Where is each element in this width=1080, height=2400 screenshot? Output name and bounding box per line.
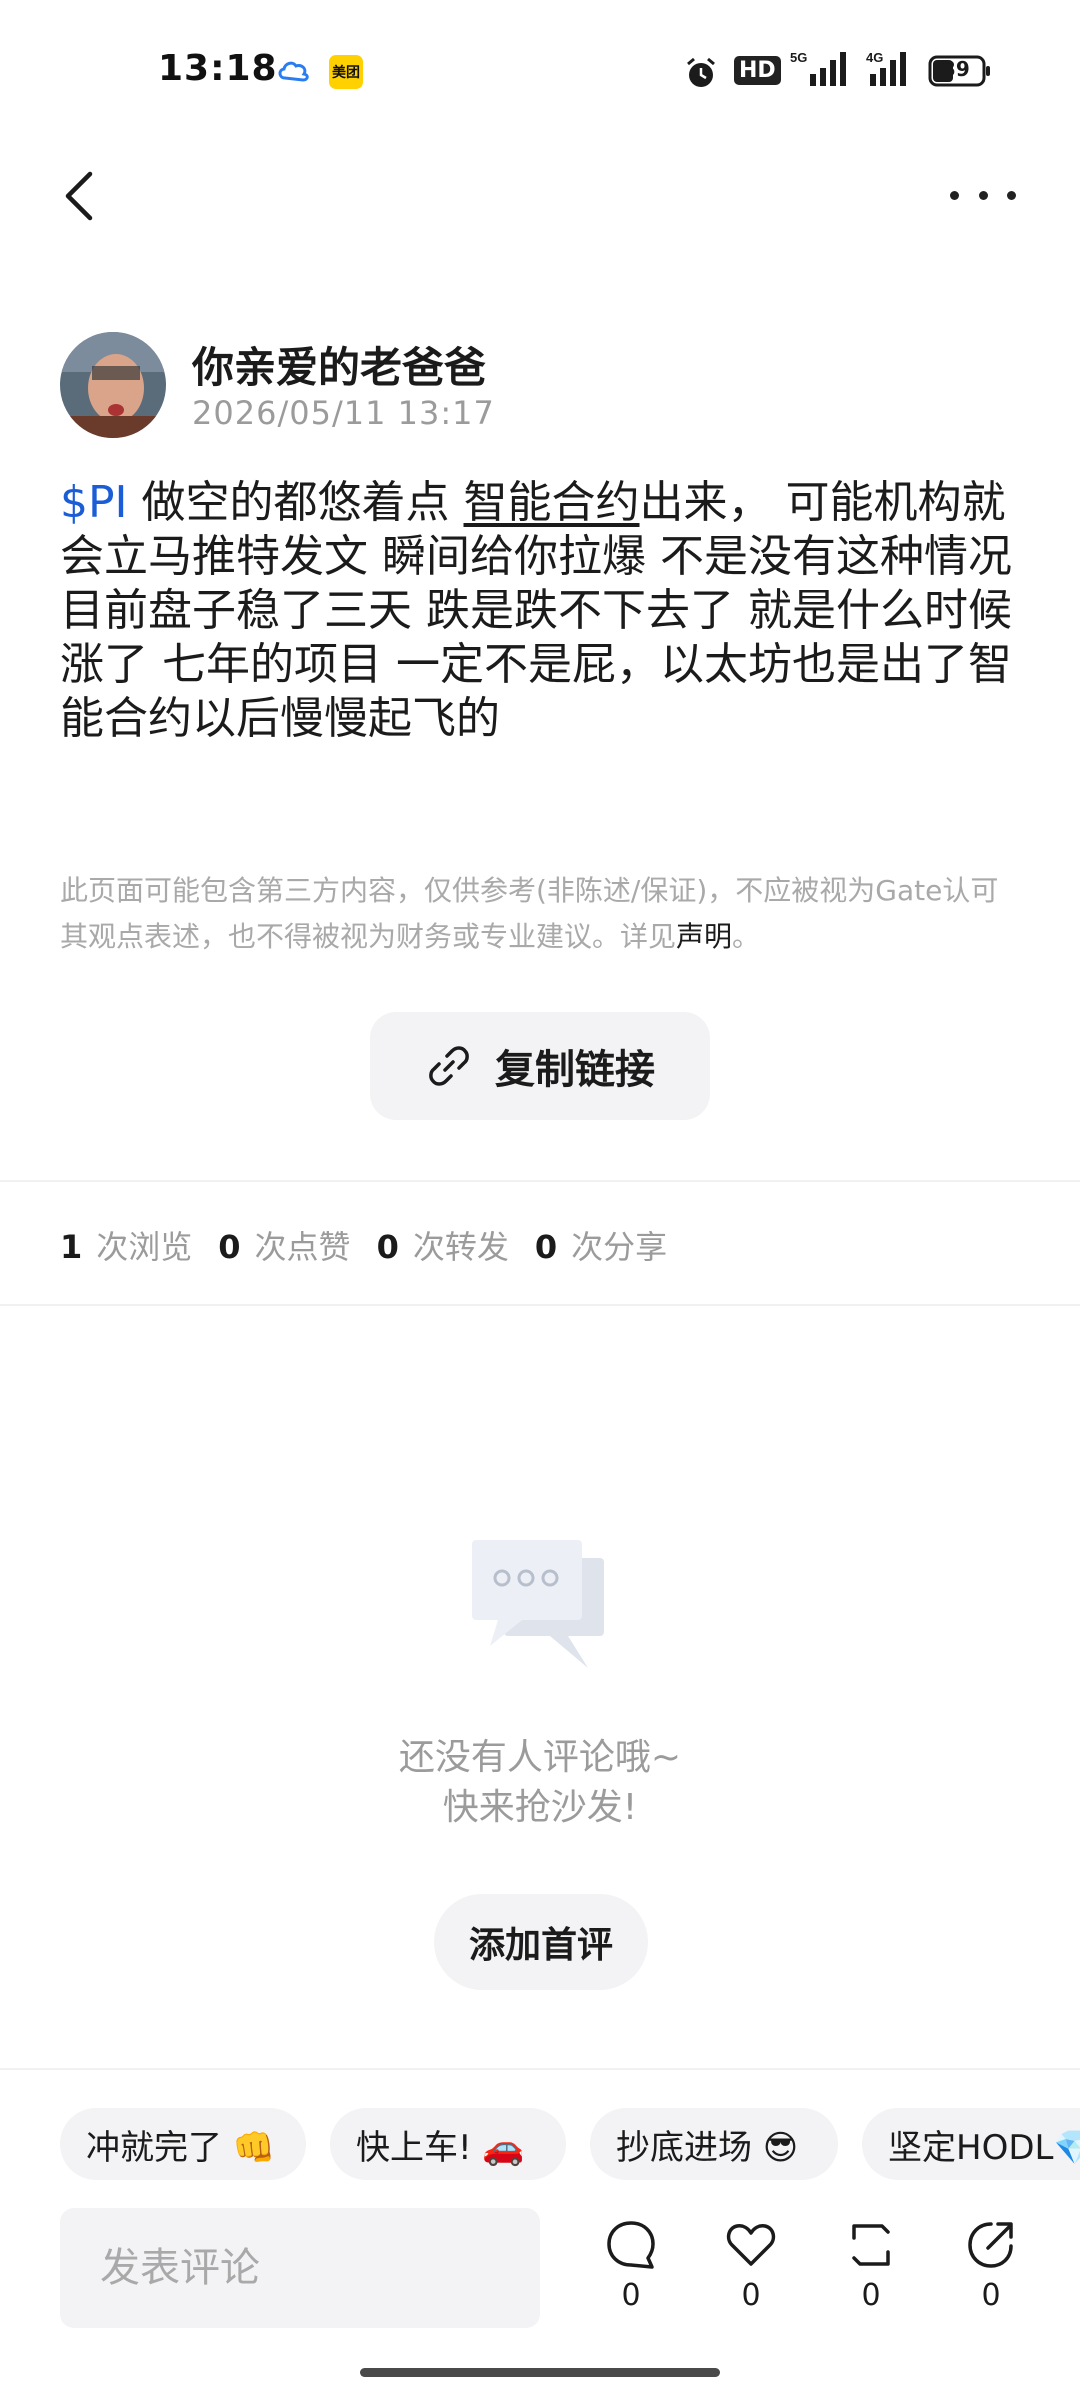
reposts-label: 次转发 — [412, 1228, 509, 1266]
views-label: 次浏览 — [96, 1228, 193, 1266]
divider — [0, 1180, 1080, 1182]
shares-label: 次分享 — [571, 1228, 668, 1266]
repost-icon — [852, 2224, 890, 2266]
likes-label: 次点赞 — [254, 1228, 351, 1266]
more-options-button[interactable] — [950, 180, 1016, 210]
share-count: 0 — [981, 2278, 1001, 2313]
quick-reply-chip[interactable]: 坚定HODL💎 — [862, 2108, 1080, 2180]
empty-comments-text: 还没有人评论哦~ — [398, 1737, 682, 1778]
signal-5g-icon: 5G — [790, 50, 846, 86]
comment-action[interactable]: 0 — [596, 2218, 666, 2313]
disclaimer-end: 。 — [732, 920, 761, 953]
repost-action[interactable]: 0 — [836, 2218, 906, 2313]
heart-icon — [726, 2224, 776, 2266]
status-time: 13:18 — [158, 48, 278, 89]
views-count: 1 — [60, 1228, 83, 1266]
back-button[interactable] — [60, 168, 100, 224]
add-first-comment-button[interactable]: 添加首评 — [434, 1894, 648, 1990]
divider — [0, 1304, 1080, 1306]
battery-icon: 39 — [928, 55, 992, 87]
more-dot — [950, 190, 959, 200]
copy-link-button[interactable]: 复制链接 — [370, 1012, 710, 1120]
quick-reply-chip[interactable]: 快上车! 🚗 — [330, 2108, 566, 2180]
keyword-link[interactable]: 智能合约 — [464, 477, 640, 528]
alarm-icon — [687, 57, 715, 87]
author-name[interactable]: 你亲爱的老爸爸 — [192, 334, 486, 395]
repost-count: 0 — [861, 2278, 881, 2313]
post-timestamp: 2026/05/11 13:17 — [192, 394, 495, 432]
battery-level: 39 — [942, 57, 970, 81]
home-indicator[interactable] — [360, 2368, 720, 2377]
share-action[interactable]: 0 — [956, 2218, 1026, 2313]
signal-4g-icon: 4G — [866, 50, 906, 86]
more-dot — [1007, 190, 1016, 200]
likes-count: 0 — [218, 1228, 241, 1266]
quick-reply-chip[interactable]: 冲就完了 👊 — [60, 2108, 306, 2180]
empty-comments-subtext: 快来抢沙发! — [442, 1787, 638, 1828]
divider — [0, 2068, 1080, 2070]
meituan-icon: 美团 — [329, 55, 363, 89]
avatar[interactable] — [60, 332, 166, 438]
svg-text:4G: 4G — [866, 50, 883, 65]
svg-text:5G: 5G — [790, 50, 807, 65]
ticker-link[interactable]: $PI — [60, 477, 128, 528]
disclaimer-text: 此页面可能包含第三方内容，仅供参考(非陈述/保证)，不应被视为Gate认可其观点… — [60, 874, 999, 953]
like-action[interactable]: 0 — [716, 2218, 786, 2313]
like-count: 0 — [741, 2278, 761, 2313]
comment-count: 0 — [621, 2278, 641, 2313]
comment-icon — [607, 2221, 655, 2269]
copy-link-label: 复制链接 — [495, 1047, 655, 1093]
reposts-count: 0 — [376, 1228, 399, 1266]
post-stats: 1 次浏览 0 次点赞 0 次转发 0 次分享 — [60, 1222, 693, 1268]
cloud-icon — [278, 61, 309, 82]
share-icon — [968, 2222, 1013, 2268]
link-icon — [429, 1046, 469, 1086]
post-text: 做空的都悠着点 — [127, 477, 464, 528]
statement-link[interactable]: 声明 — [676, 920, 732, 953]
more-dot — [978, 190, 988, 200]
shares-count: 0 — [534, 1228, 558, 1266]
disclaimer: 此页面可能包含第三方内容，仅供参考(非陈述/保证)，不应被视为Gate认可其观点… — [60, 868, 1022, 960]
quick-reply-chip[interactable]: 抄底进场 😎 — [590, 2108, 838, 2180]
post-content: $PI 做空的都悠着点 智能合约出来， 可能机构就会立马推特发文 瞬间给你拉爆 … — [60, 476, 1022, 746]
comment-bubble-icon — [472, 1540, 604, 1668]
comment-input[interactable] — [60, 2208, 540, 2328]
hd-icon: HD — [734, 56, 781, 85]
